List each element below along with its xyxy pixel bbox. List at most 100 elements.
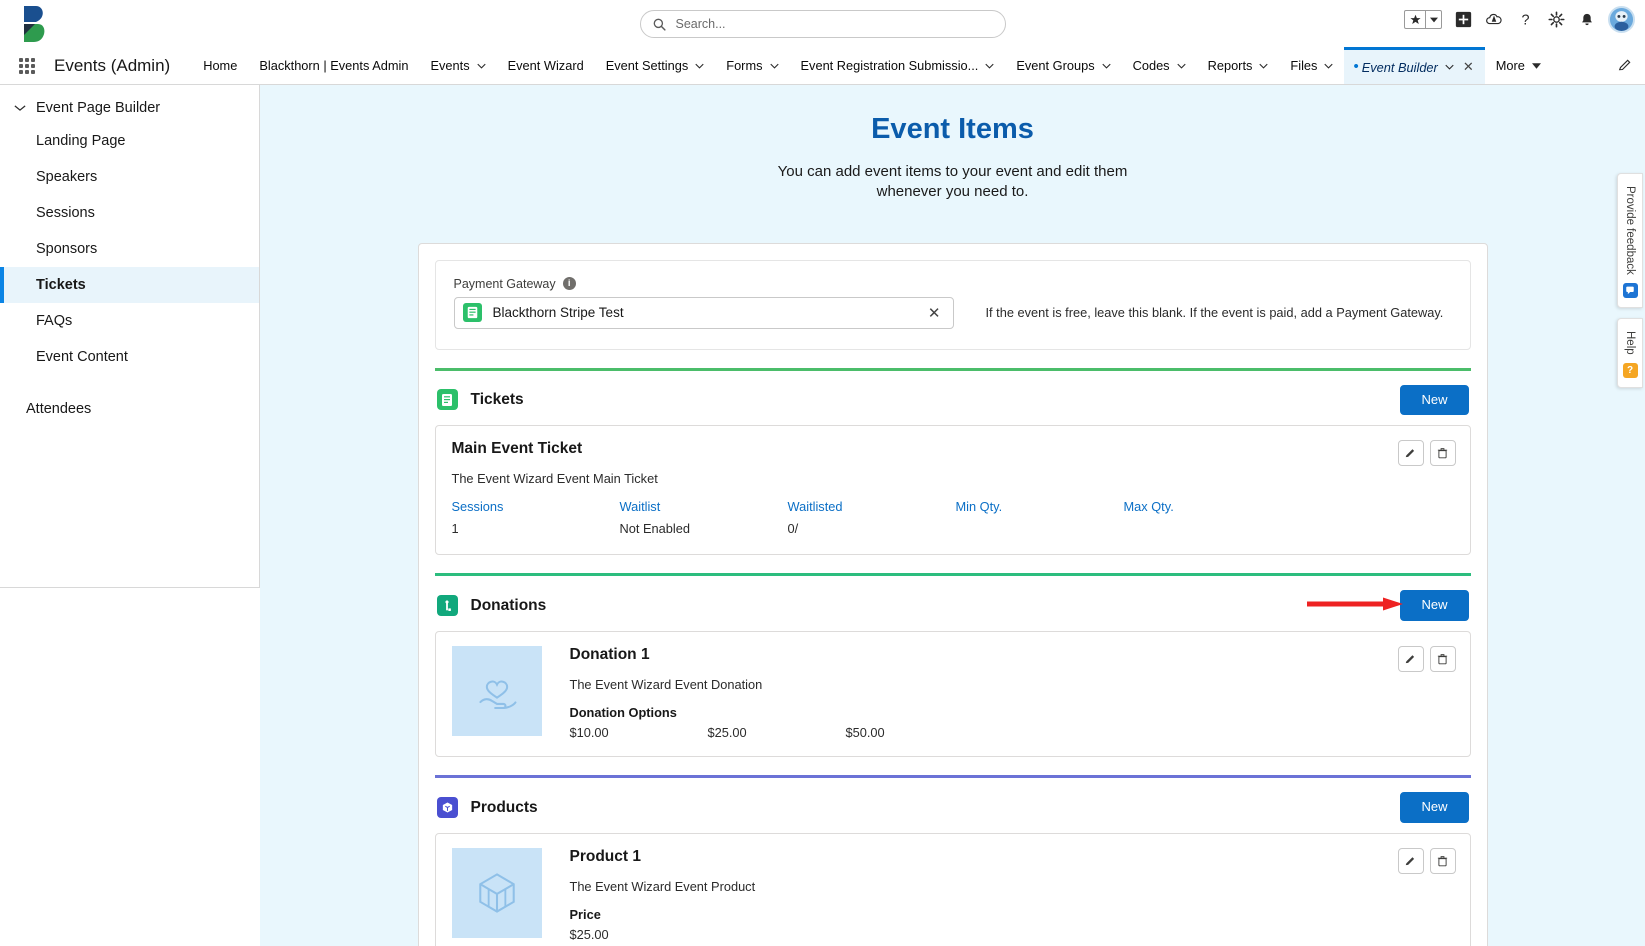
nav-label: Codes xyxy=(1132,58,1170,73)
section-title: Tickets xyxy=(470,390,524,408)
field-label[interactable]: Sessions xyxy=(452,499,620,514)
setup-gear-icon[interactable] xyxy=(1546,10,1566,30)
ticket-item-card: Main Event Ticket The Event Wizard Event… xyxy=(434,425,1471,556)
sidebar-item-speakers[interactable]: Speakers xyxy=(0,159,259,195)
nav-item-reports[interactable]: Reports xyxy=(1197,47,1280,84)
chevron-down-icon[interactable] xyxy=(476,63,486,69)
field-label[interactable]: Waitlisted xyxy=(788,499,956,514)
chevron-down-icon[interactable] xyxy=(1101,63,1111,69)
nav-item-event-settings[interactable]: Event Settings xyxy=(595,47,716,84)
section-donations: Donations New Donation 1 The Event Wizar… xyxy=(434,573,1471,758)
sidebar-item-event-content[interactable]: Event Content xyxy=(0,339,259,375)
field-value: 0/ xyxy=(787,521,799,537)
item-title: Donation 1 xyxy=(569,646,650,664)
favorites-caret-down-icon[interactable] xyxy=(1426,11,1441,28)
new-product-button[interactable]: New xyxy=(1400,792,1469,824)
edit-icon[interactable] xyxy=(1397,848,1424,875)
provide-feedback-label: Provide feedback xyxy=(1624,186,1636,275)
help-button[interactable]: Help ? xyxy=(1617,317,1643,388)
chevron-down-icon[interactable] xyxy=(14,104,26,112)
nav-item-files[interactable]: Files xyxy=(1279,47,1344,84)
close-tab-icon[interactable]: ✕ xyxy=(1463,59,1474,75)
blackthorn-logo[interactable] xyxy=(14,4,56,44)
ticket-field-grid: Sessions 1 Waitlist Not Enabled Waitlist… xyxy=(452,499,1454,538)
section-title: Donations xyxy=(470,596,547,614)
edit-icon[interactable] xyxy=(1397,440,1424,467)
search-input[interactable] xyxy=(673,16,993,32)
ticket-icon xyxy=(436,389,458,411)
donation-item-card: Donation 1 The Event Wizard Event Donati… xyxy=(434,631,1471,758)
section-title: Products xyxy=(470,798,538,816)
sidebar-item-tickets[interactable]: Tickets xyxy=(0,267,259,303)
nav-item-forms[interactable]: Forms xyxy=(715,47,789,84)
sidebar-item-faqs[interactable]: FAQs xyxy=(0,303,259,339)
chevron-down-icon[interactable] xyxy=(1324,63,1334,69)
nav-label: Event Groups xyxy=(1016,58,1095,73)
provide-feedback-button[interactable]: Provide feedback xyxy=(1617,173,1643,308)
nav-label: Event Builder xyxy=(1361,59,1438,75)
favorites-star-icon[interactable] xyxy=(1405,11,1425,28)
page-body: Event Page Builder Landing Page Speakers… xyxy=(0,85,1645,946)
notifications-bell-icon[interactable] xyxy=(1577,10,1597,30)
chevron-down-icon[interactable] xyxy=(1176,63,1186,69)
new-ticket-button[interactable]: New xyxy=(1400,384,1469,416)
field-value: 1 xyxy=(451,521,459,537)
section-tickets: Tickets New Main Event Ticket The Event … xyxy=(434,367,1471,556)
delete-icon[interactable] xyxy=(1429,646,1456,673)
nav-label: Blackthorn | Events Admin xyxy=(259,58,409,73)
field-sessions: Sessions 1 xyxy=(452,499,620,538)
favorites-control[interactable] xyxy=(1404,10,1442,29)
help-icon[interactable]: ? xyxy=(1515,10,1535,30)
info-icon[interactable]: i xyxy=(562,277,576,290)
sidebar-item-sponsors[interactable]: Sponsors xyxy=(0,231,259,267)
sidebar-item-attendees[interactable]: Attendees xyxy=(0,391,259,427)
svg-text:?: ? xyxy=(1521,13,1529,28)
nav-tab-event-builder[interactable]: • Event Builder ✕ xyxy=(1344,47,1485,84)
donation-option: $10.00 xyxy=(569,725,609,741)
nav-item-codes[interactable]: Codes xyxy=(1122,47,1197,84)
chevron-down-icon[interactable] xyxy=(769,63,779,69)
nav-item-events[interactable]: Events xyxy=(419,47,496,84)
edit-icon[interactable] xyxy=(1397,646,1424,673)
sidebar-item-sessions[interactable]: Sessions xyxy=(0,195,259,231)
app-launcher-icon[interactable] xyxy=(12,47,42,84)
sidebar-item-landing-page[interactable]: Landing Page xyxy=(0,123,259,159)
nav-item-event-groups[interactable]: Event Groups xyxy=(1005,47,1121,84)
nav-label: Home xyxy=(203,58,238,73)
user-avatar[interactable] xyxy=(1608,6,1635,33)
new-donation-button[interactable]: New xyxy=(1400,590,1469,622)
nav-item-more[interactable]: More xyxy=(1485,47,1552,84)
edit-page-pencil-icon[interactable] xyxy=(1605,47,1645,84)
nav-label: Events xyxy=(430,58,470,73)
chevron-down-icon[interactable] xyxy=(695,63,704,69)
triangle-down-icon[interactable] xyxy=(1531,62,1541,69)
add-icon[interactable] xyxy=(1453,10,1473,30)
nav-item-home[interactable]: Home xyxy=(192,47,248,84)
chevron-down-icon[interactable] xyxy=(1445,64,1454,70)
field-min-qty: Min Qty. xyxy=(956,499,1124,538)
learning-cloud-icon[interactable] xyxy=(1484,10,1504,30)
donation-options-label: Donation Options xyxy=(569,705,677,721)
field-label[interactable]: Waitlist xyxy=(620,499,788,514)
nav-item-blackthorn-events-admin[interactable]: Blackthorn | Events Admin xyxy=(248,47,419,84)
field-max-qty: Max Qty. xyxy=(1124,499,1292,538)
nav-item-list: Home Blackthorn | Events Admin Events Ev… xyxy=(192,47,1605,84)
nav-item-event-wizard[interactable]: Event Wizard xyxy=(497,47,595,84)
nav-item-event-registration-submissions[interactable]: Event Registration Submissio... xyxy=(790,47,1006,84)
global-search[interactable] xyxy=(639,10,1006,38)
chevron-down-icon[interactable] xyxy=(1259,63,1269,69)
field-label[interactable]: Max Qty. xyxy=(1124,499,1292,514)
item-description: The Event Wizard Event Product xyxy=(569,879,756,895)
chevron-down-icon[interactable] xyxy=(985,63,994,69)
payment-gateway-input[interactable]: Blackthorn Stripe Test ✕ xyxy=(453,296,954,329)
field-label[interactable]: Min Qty. xyxy=(956,499,1124,514)
delete-icon[interactable] xyxy=(1429,848,1456,875)
nav-label: Reports xyxy=(1207,58,1253,73)
item-actions xyxy=(1397,848,1456,875)
clear-payment-gateway-icon[interactable]: ✕ xyxy=(924,304,945,322)
help-label: Help xyxy=(1624,330,1636,355)
section-header: Donations New xyxy=(435,576,1471,631)
payment-gateway-label-row: Payment Gateway i xyxy=(454,277,954,291)
sidebar-group-event-page-builder[interactable]: Event Page Builder xyxy=(0,93,259,123)
delete-icon[interactable] xyxy=(1429,440,1456,467)
